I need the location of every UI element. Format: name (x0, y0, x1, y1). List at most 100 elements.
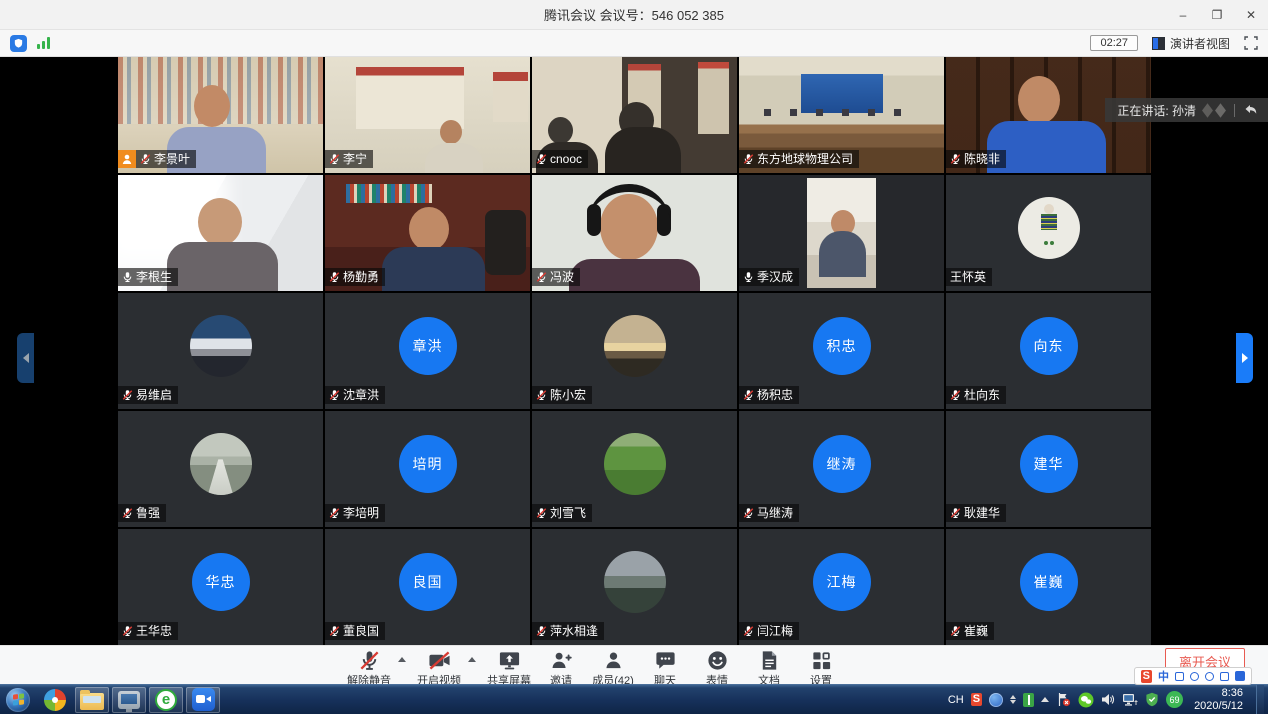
participant-name: 耿建华 (964, 504, 1000, 522)
next-page-arrow[interactable] (1236, 333, 1253, 383)
meeting-security-shield-icon[interactable] (10, 35, 27, 52)
restore-button[interactable]: ❐ (1200, 0, 1234, 30)
ime-language-mode[interactable]: 中 (1158, 668, 1169, 684)
participant-avatar: 培明 (399, 435, 457, 493)
taskbar-file-explorer[interactable] (75, 687, 109, 713)
participant-tile[interactable]: 萍水相逢 (532, 529, 737, 645)
participant-tile[interactable]: 李宁 (325, 57, 530, 173)
start-video-expand-caret[interactable] (468, 657, 476, 662)
members-button[interactable]: 成员(42) (590, 649, 636, 688)
participant-tile[interactable]: 向东 杜向东 (946, 293, 1151, 409)
avatar-initials: 培明 (413, 454, 443, 474)
participant-tile[interactable]: 建华 耿建华 (946, 411, 1151, 527)
participant-name: 陈晓非 (964, 150, 1000, 168)
participant-tile[interactable]: 李根生 (118, 175, 323, 291)
close-button[interactable]: ✕ (1234, 0, 1268, 30)
sogou-ime-logo-icon[interactable]: S (1141, 670, 1152, 683)
participant-tile[interactable]: 培明 李培明 (325, 411, 530, 527)
mic-muted-icon (122, 389, 133, 401)
speaker-view-button[interactable]: 演讲者视图 (1152, 35, 1230, 52)
participant-tile[interactable]: 华忠 王华忠 (118, 529, 323, 645)
action-center-flag-icon[interactable] (1056, 692, 1071, 707)
participant-tile[interactable]: 崔巍 崔巍 (946, 529, 1151, 645)
participant-tile[interactable]: 易维启 (118, 293, 323, 409)
health-score-icon[interactable]: 69 (1166, 691, 1183, 708)
wechat-icon[interactable] (1078, 692, 1094, 708)
tencent-meeting-icon (192, 688, 215, 711)
mic-muted-icon (536, 153, 547, 165)
taskbar-pinwheel-app[interactable] (38, 687, 72, 713)
network-signal-icon[interactable] (37, 37, 50, 49)
participant-avatar: 江梅 (813, 553, 871, 611)
logo-diamond-icon (1202, 103, 1213, 118)
mic-on-icon (122, 271, 133, 283)
taskbar-display-settings[interactable] (112, 687, 146, 713)
unmute-expand-caret[interactable] (398, 657, 406, 662)
sogou-ime-tray-icon[interactable]: S (971, 693, 982, 706)
ime-punctuation-icon[interactable] (1175, 672, 1184, 681)
network-monitor-icon[interactable] (1122, 693, 1138, 707)
ime-toolbox-icon[interactable] (1235, 671, 1245, 681)
windows-logo-icon (13, 693, 24, 705)
participant-tile[interactable]: 杨勤勇 (325, 175, 530, 291)
participant-tile[interactable]: 章洪 沈章洪 (325, 293, 530, 409)
participant-avatar: 积忠 (813, 317, 871, 375)
participant-tile[interactable]: 良国 董良国 (325, 529, 530, 645)
participant-avatar-photo (190, 433, 252, 495)
participant-tile[interactable]: 冯波 (532, 175, 737, 291)
mic-muted-icon (950, 153, 961, 165)
chat-button[interactable]: 聊天 (642, 649, 688, 688)
participant-tile[interactable]: 刘雪飞 (532, 411, 737, 527)
participant-tile[interactable]: 季汉成 (739, 175, 944, 291)
participant-tile[interactable]: 继涛 马继涛 (739, 411, 944, 527)
participant-name: 季汉成 (757, 268, 793, 286)
participant-tile[interactable]: 东方地球物理公司 (739, 57, 944, 173)
unmute-button[interactable]: 解除静音 (346, 649, 392, 688)
avatar-initials: 向东 (1034, 336, 1064, 356)
clock-date: 2020/5/12 (1194, 700, 1243, 713)
avatar-initials: 继涛 (827, 454, 857, 474)
participant-tile[interactable]: cnooc (532, 57, 737, 173)
emoji-button[interactable]: 表情 (694, 649, 740, 688)
ime-keyboard-icon[interactable] (1220, 672, 1229, 681)
participant-name: 刘雪飞 (550, 504, 586, 522)
show-desktop-button[interactable] (1256, 685, 1264, 714)
minimize-button[interactable]: – (1166, 0, 1200, 30)
participant-name: 沈章洪 (343, 386, 379, 404)
start-video-button[interactable]: 开启视频 (416, 649, 462, 688)
security-shield-icon[interactable] (1145, 692, 1159, 707)
show-hidden-icons-button[interactable] (1041, 697, 1049, 702)
globe-network-icon[interactable] (989, 693, 1003, 707)
participant-name: 马继涛 (757, 504, 793, 522)
window-controls: – ❐ ✕ (1166, 0, 1268, 30)
share-screen-button[interactable]: 共享屏幕 (486, 649, 532, 688)
volume-icon[interactable] (1101, 693, 1115, 706)
participant-tile[interactable]: 江梅 闫江梅 (739, 529, 944, 645)
taskbar-tencent-meeting[interactable] (186, 687, 220, 713)
taskbar-browser[interactable]: e (149, 687, 183, 713)
docs-button[interactable]: 文档 (746, 649, 792, 688)
fullscreen-icon[interactable] (1244, 36, 1258, 50)
settings-button[interactable]: 设置 (798, 649, 844, 688)
participant-label: 杜向东 (946, 386, 1006, 404)
input-language-indicator[interactable]: CH (948, 694, 964, 706)
participant-label: 李景叶 (118, 150, 196, 168)
participant-tile[interactable]: 李景叶 (118, 57, 323, 173)
ime-emoji-icon[interactable] (1190, 672, 1199, 681)
participant-avatar-photo (604, 433, 666, 495)
usb-device-icon[interactable] (1023, 693, 1034, 707)
ime-voice-icon[interactable] (1205, 672, 1214, 681)
participant-label: 鲁强 (118, 504, 166, 522)
start-button[interactable] (6, 688, 30, 712)
participant-avatar-photo (604, 551, 666, 613)
participant-tile[interactable]: 王怀英 (946, 175, 1151, 291)
taskbar-clock[interactable]: 8:36 2020/5/12 (1194, 687, 1243, 713)
video-stage: 李景叶 李宁 cnooc 东方地球物理公司 陈晓非 李根生 杨勤勇 冯波 季汉成… (0, 57, 1268, 645)
up-down-arrows-icon[interactable] (1010, 695, 1016, 704)
participant-tile[interactable]: 陈小宏 (532, 293, 737, 409)
jump-to-speaker-icon[interactable] (1244, 104, 1258, 116)
participant-tile[interactable]: 积忠 杨积忠 (739, 293, 944, 409)
participant-tile[interactable]: 鲁强 (118, 411, 323, 527)
invite-button[interactable]: 邀请 (538, 649, 584, 688)
previous-page-arrow[interactable] (17, 333, 34, 383)
